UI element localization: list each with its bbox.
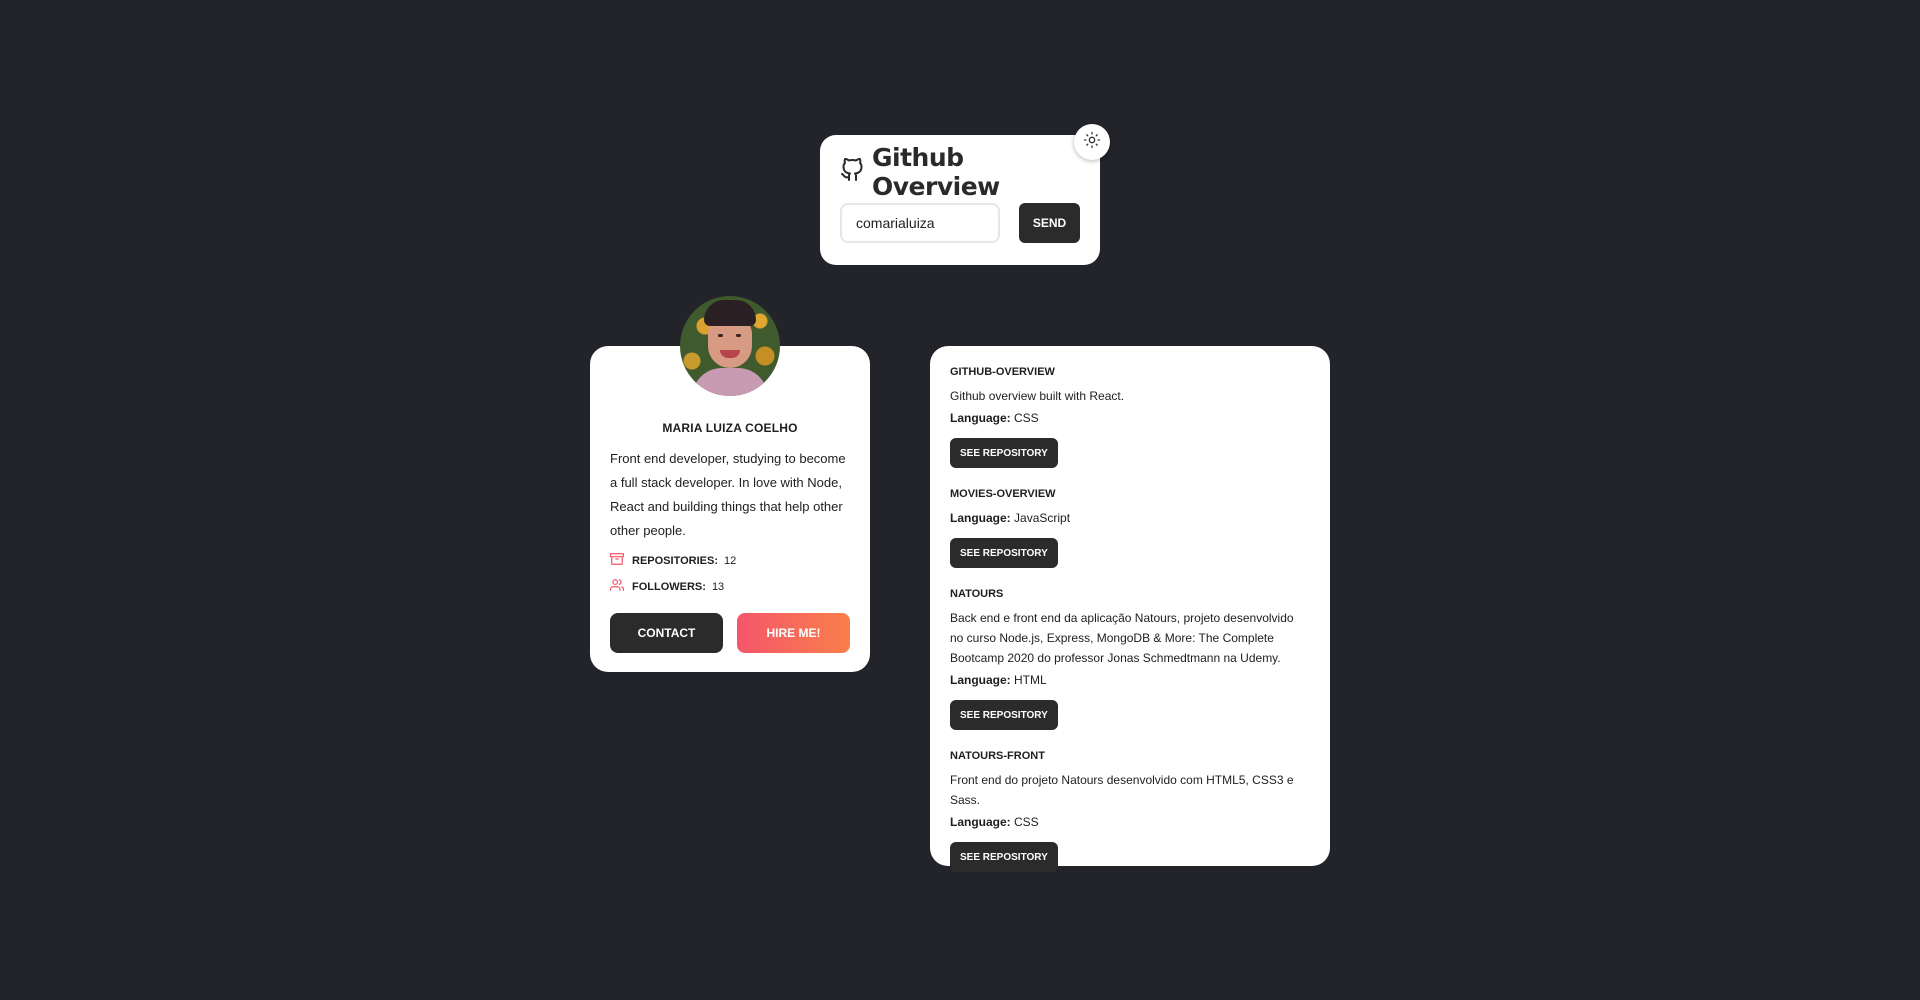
language-key: Language: bbox=[950, 673, 1011, 687]
theme-toggle-button[interactable] bbox=[1074, 124, 1110, 160]
repo-language: Language: CSS bbox=[950, 408, 1310, 428]
github-icon bbox=[840, 157, 864, 187]
language-key: Language: bbox=[950, 411, 1011, 425]
repo-language: Language: JavaScript bbox=[950, 508, 1310, 528]
profile-name: MARIA LUIZA COELHO bbox=[662, 421, 798, 435]
language-value: CSS bbox=[1014, 815, 1039, 829]
avatar bbox=[680, 296, 780, 396]
see-repository-button[interactable]: SEE REPOSITORY bbox=[950, 438, 1058, 468]
archive-icon bbox=[610, 552, 632, 571]
repo-description: Github overview built with React. bbox=[950, 389, 1125, 403]
repositories-card: GITHUB-OVERVIEW Github overview built wi… bbox=[930, 346, 1330, 872]
page: Github Overview SEND MARIA LUIZA COELHO … bbox=[0, 0, 1920, 1000]
language-key: Language: bbox=[950, 511, 1011, 525]
brand: Github Overview bbox=[840, 143, 1080, 201]
repo-name: MOVIES-OVERVIEW bbox=[950, 488, 1056, 500]
repo-item: NATOURS Back end e front end da aplicaçã… bbox=[950, 588, 1310, 730]
language-value: CSS bbox=[1014, 411, 1039, 425]
page-title: Github Overview bbox=[872, 143, 1000, 201]
stat-value: 13 bbox=[711, 581, 725, 593]
sun-icon bbox=[1084, 131, 1100, 153]
language-value: HTML bbox=[1014, 673, 1047, 687]
repo-language: Language: HTML bbox=[950, 670, 1310, 690]
profile-bio: Front end developer, studying to become … bbox=[610, 451, 846, 538]
stat-label: REPOSITORIES: bbox=[632, 555, 718, 567]
repo-description: Back end e front end da aplicação Natour… bbox=[950, 611, 1294, 665]
search-row: SEND bbox=[840, 203, 1080, 243]
stat-value: 12 bbox=[723, 555, 737, 567]
language-value: JavaScript bbox=[1014, 511, 1071, 525]
stat-repositories: REPOSITORIES: 12 bbox=[610, 552, 850, 571]
repo-description: Front end do projeto Natours desenvolvid… bbox=[950, 773, 1294, 807]
see-repository-button[interactable]: SEE REPOSITORY bbox=[950, 538, 1058, 568]
repo-name: GITHUB-OVERVIEW bbox=[950, 366, 1055, 378]
language-key: Language: bbox=[950, 815, 1011, 829]
stat-followers: FOLLOWERS: 13 bbox=[610, 578, 850, 597]
users-icon bbox=[610, 578, 632, 597]
username-input[interactable] bbox=[840, 203, 1000, 243]
repo-item: GITHUB-OVERVIEW Github overview built wi… bbox=[950, 366, 1310, 468]
see-repository-button[interactable]: SEE REPOSITORY bbox=[950, 700, 1058, 730]
repo-language: Language: CSS bbox=[950, 812, 1310, 832]
repo-name: NATOURS bbox=[950, 588, 1004, 600]
stat-label: FOLLOWERS: bbox=[632, 581, 706, 593]
profile-actions: CONTACT HIRE ME! bbox=[610, 613, 850, 653]
search-card: Github Overview SEND bbox=[820, 135, 1100, 265]
hire-me-button[interactable]: HIRE ME! bbox=[737, 613, 850, 653]
contact-button[interactable]: CONTACT bbox=[610, 613, 723, 653]
send-button[interactable]: SEND bbox=[1019, 203, 1080, 243]
repo-item: NATOURS-FRONT Front end do projeto Natou… bbox=[950, 750, 1310, 872]
repo-item: MOVIES-OVERVIEW Language: JavaScript SEE… bbox=[950, 488, 1310, 568]
see-repository-button[interactable]: SEE REPOSITORY bbox=[950, 842, 1058, 872]
repo-name: NATOURS-FRONT bbox=[950, 750, 1045, 762]
